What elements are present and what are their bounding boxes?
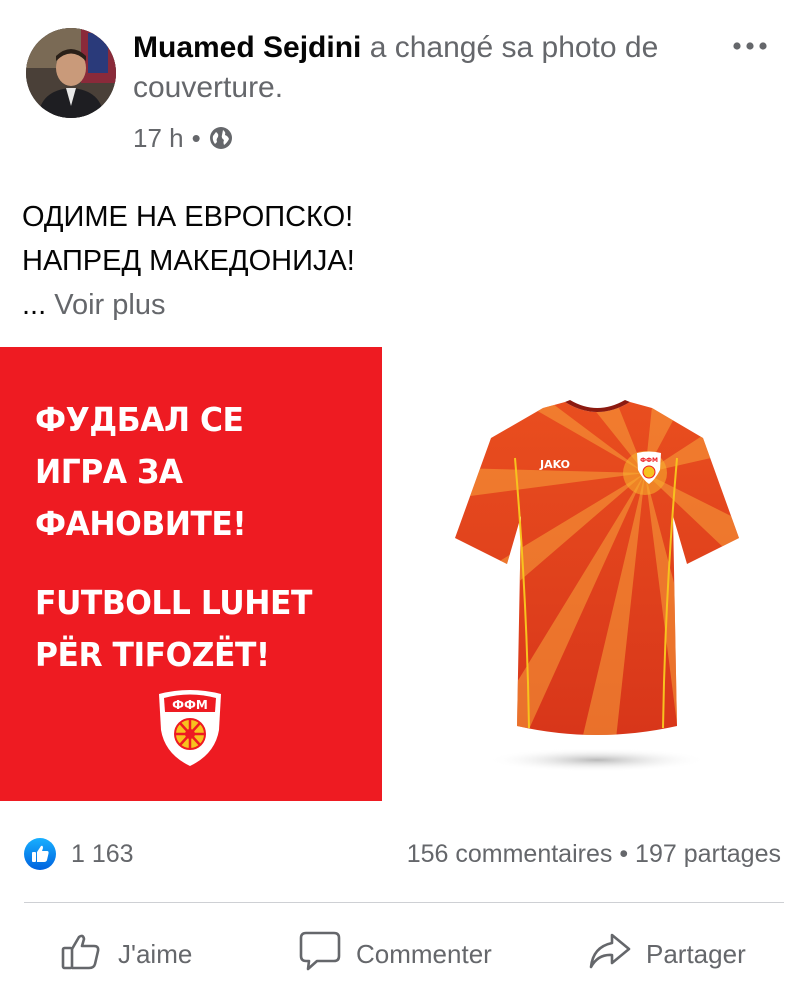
jersey-brand-text: JAKO: [539, 458, 570, 471]
like-label: J'aime: [118, 938, 193, 969]
promo-line1: ФУДБАЛ СЕ: [35, 400, 244, 439]
post-stats: 1 163 156 commentaires • 197 partages: [0, 838, 809, 870]
promo-line5: PËR TIFOZËT!: [35, 635, 270, 674]
like-button[interactable]: J'aime: [60, 932, 192, 976]
shares-count[interactable]: 197 partages: [635, 840, 781, 868]
see-more-link[interactable]: Voir plus: [54, 289, 165, 321]
divider: [24, 902, 784, 903]
post-time[interactable]: 17 h: [133, 123, 184, 154]
post-meta: 17 h •: [133, 120, 233, 156]
ellipsis: ...: [22, 289, 55, 321]
share-label: Partager: [646, 938, 746, 969]
promo-line3: ФАНОВИТЕ!: [35, 504, 247, 543]
like-reaction-icon[interactable]: [24, 838, 56, 870]
promo-line4: FUTBOLL LUHET: [35, 583, 312, 622]
share-button[interactable]: Partager: [588, 932, 746, 976]
post-text: ОДИМЕ НА ЕВРОПСКО! НАПРЕД МАКЕДОНИЈА! ..…: [22, 195, 355, 327]
avatar[interactable]: [26, 28, 116, 118]
ffm-badge-text: ФФМ: [172, 698, 208, 712]
meta-separator: •: [191, 122, 201, 153]
comments-count[interactable]: 156 commentaires: [407, 840, 613, 868]
post-text-line2: НАПРЕД МАКЕДОНИЈА!: [22, 245, 355, 277]
see-more-row: ... Voir plus: [22, 283, 355, 327]
more-options-icon[interactable]: [730, 36, 770, 56]
comment-label: Commenter: [356, 938, 492, 969]
globe-icon[interactable]: [209, 126, 233, 150]
reactions-count[interactable]: 1 163: [71, 840, 134, 869]
author-name[interactable]: Muamed Sejdini: [133, 31, 361, 64]
football-jersey-image: JAKO ФФМ: [455, 398, 740, 778]
share-arrow-icon: [588, 929, 632, 980]
stats-separator: •: [619, 840, 629, 868]
jersey-badge-text: ФФМ: [640, 457, 658, 464]
post-actions: J'aime Commenter Partager: [0, 920, 809, 990]
post-header: Muamed Sejdini a changé sa photo de couv…: [133, 28, 693, 108]
promo-line2: ИГРА ЗА: [35, 452, 183, 491]
comment-button[interactable]: Commenter: [298, 931, 492, 976]
thumbs-up-icon: [60, 929, 104, 980]
comment-bubble-icon: [298, 929, 342, 980]
post-text-line1: ОДИМЕ НА ЕВРОПСКО!: [22, 201, 354, 233]
comments-shares: 156 commentaires • 197 partages: [407, 840, 781, 869]
ffm-badge-logo: ФФМ: [155, 688, 225, 768]
